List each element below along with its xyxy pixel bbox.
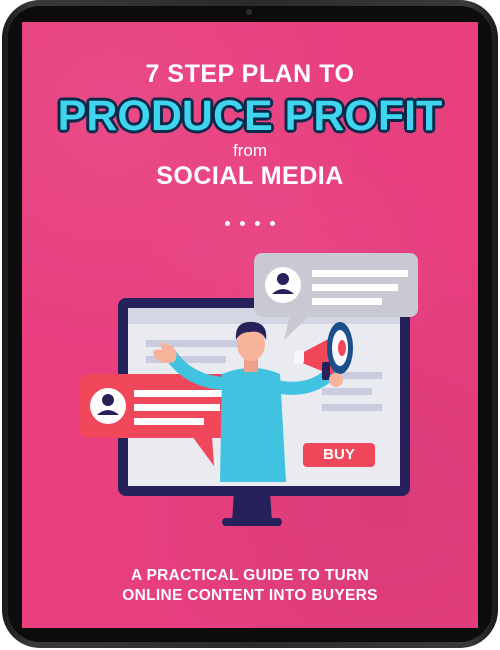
content-line bbox=[322, 404, 382, 411]
bubble-text-line bbox=[134, 390, 230, 397]
content-line bbox=[322, 388, 372, 395]
bubble-text-line bbox=[312, 298, 382, 305]
subtitle-line-2: ONLINE CONTENT INTO BUYERS bbox=[122, 587, 378, 604]
camera-icon bbox=[246, 9, 252, 15]
bubble-text-line bbox=[312, 270, 408, 277]
buy-button[interactable]: BUY bbox=[303, 443, 375, 467]
bubble-text-line bbox=[134, 418, 204, 425]
monitor-base bbox=[222, 518, 282, 526]
bubble-text-line bbox=[312, 284, 398, 291]
bubble-text-line bbox=[134, 404, 220, 411]
monitor-stand bbox=[232, 492, 272, 522]
subtitle-line-1: A PRACTICAL GUIDE TO TURN bbox=[131, 567, 369, 584]
social-media-illustration bbox=[80, 253, 418, 526]
ebook-cover: 7 STEP PLAN TO PRODUCE PROFIT from SOCIA… bbox=[22, 22, 478, 628]
person-hand-right bbox=[329, 373, 343, 387]
